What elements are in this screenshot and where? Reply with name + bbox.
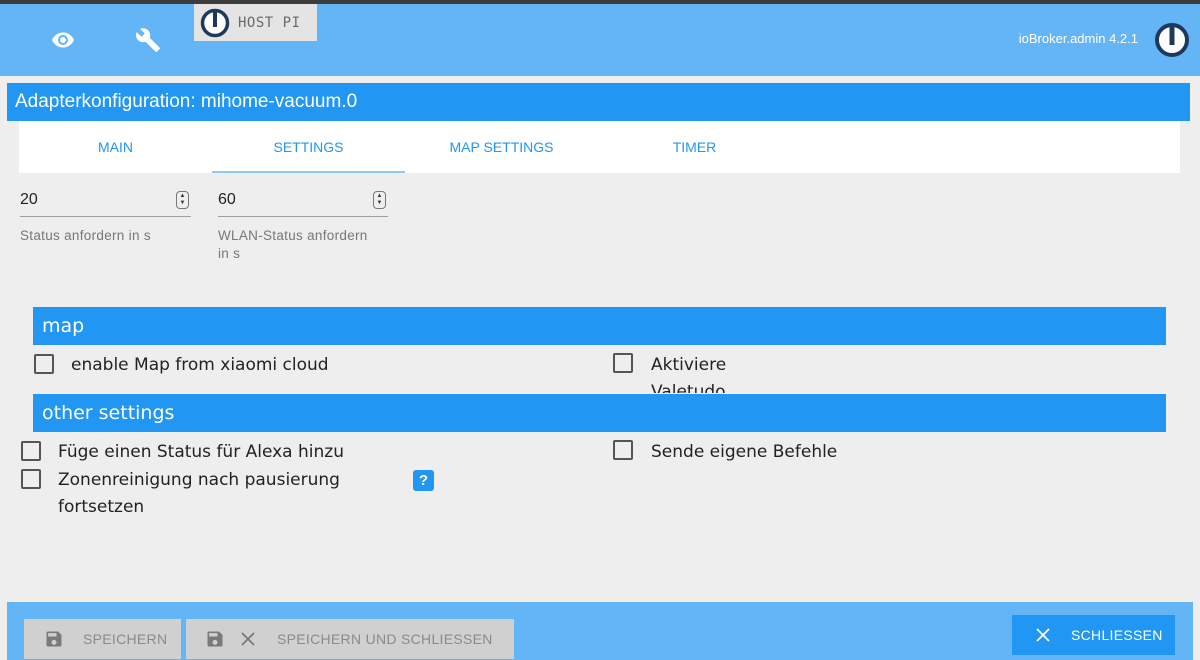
save-icon xyxy=(44,629,64,649)
section-other-settings-header: other settings xyxy=(33,394,1166,432)
field-underline xyxy=(218,216,388,217)
wrench-icon[interactable] xyxy=(128,20,168,60)
custom-commands-label: Sende eigene Befehle xyxy=(651,442,838,462)
close-icon xyxy=(1034,626,1052,644)
save-and-close-button[interactable]: SPEICHERN UND SCHLIESSEN xyxy=(186,619,514,659)
close-button[interactable]: SCHLIESSEN xyxy=(1012,615,1175,655)
section-map-header: map xyxy=(33,307,1166,345)
status-interval-input[interactable]: 20 xyxy=(20,191,38,209)
resume-zone-cleaning-label: Zonenreinigung nach pausierung fortsetze… xyxy=(58,467,340,521)
tab-main[interactable]: MAIN xyxy=(19,121,212,173)
host-selector[interactable]: HOST PI xyxy=(194,4,317,41)
valetudo-label-line1: Aktiviere xyxy=(651,355,727,375)
status-interval-label: Status anfordern in s xyxy=(20,228,151,243)
tab-settings[interactable]: SETTINGS xyxy=(212,121,405,173)
enable-map-label: enable Map from xiaomi cloud xyxy=(71,355,329,375)
valetudo-label-line2: Valetudo xyxy=(651,382,726,393)
alexa-status-checkbox[interactable] xyxy=(21,441,41,461)
valetudo-label: Aktiviere Valetudo xyxy=(651,352,726,393)
number-stepper-icon[interactable]: ▲ ▼ xyxy=(176,191,189,209)
number-stepper-icon[interactable]: ▲ ▼ xyxy=(373,191,386,209)
save-button[interactable]: SPEICHERN xyxy=(24,619,181,659)
custom-commands-checkbox[interactable] xyxy=(613,440,633,460)
save-and-close-label: SPEICHERN UND SCHLIESSEN xyxy=(277,631,493,647)
app-header: HOST PI ioBroker.admin 4.2.1 xyxy=(0,4,1200,76)
close-icon xyxy=(239,630,257,648)
field-underline xyxy=(20,216,191,217)
enable-map-checkbox[interactable] xyxy=(34,354,54,374)
eye-icon[interactable] xyxy=(43,20,83,60)
close-button-label: SCHLIESSEN xyxy=(1071,627,1163,643)
resume-zone-cleaning-checkbox[interactable] xyxy=(21,469,41,489)
valetudo-checkbox[interactable] xyxy=(613,353,633,373)
resume-zone-label-line2: fortsetzen xyxy=(58,497,145,517)
wlan-interval-field: 60 ▲ ▼ WLAN-Status anfordern in s xyxy=(218,191,388,271)
wlan-label-line2: in s xyxy=(218,246,241,261)
tab-map-settings[interactable]: MAP SETTINGS xyxy=(405,121,598,173)
iobroker-logo-icon xyxy=(200,8,230,38)
tab-timer[interactable]: TIMER xyxy=(598,121,791,173)
status-interval-field: 20 ▲ ▼ Status anfordern in s xyxy=(20,191,191,271)
wlan-interval-label: WLAN-Status anfordern in s xyxy=(218,227,368,263)
alexa-status-label: Füge einen Status für Alexa hinzu xyxy=(58,442,344,462)
wlan-label-line1: WLAN-Status anfordern xyxy=(218,228,368,243)
wlan-interval-input[interactable]: 60 xyxy=(218,191,236,209)
resume-zone-label-line1: Zonenreinigung nach pausierung xyxy=(58,470,340,490)
footer-bar: SPEICHERN SPEICHERN UND SCHLIESSEN SCHLI… xyxy=(7,602,1193,660)
version-label: ioBroker.admin 4.2.1 xyxy=(1018,31,1138,46)
iobroker-logo-icon xyxy=(1154,22,1190,63)
host-label: HOST PI xyxy=(238,14,301,31)
page-title: Adapterkonfiguration: mihome-vacuum.0 xyxy=(7,83,1190,121)
settings-tabs: MAIN SETTINGS MAP SETTINGS TIMER xyxy=(19,121,1180,173)
save-icon xyxy=(205,629,225,649)
help-icon[interactable]: ? xyxy=(413,470,434,491)
save-button-label: SPEICHERN xyxy=(83,631,168,647)
